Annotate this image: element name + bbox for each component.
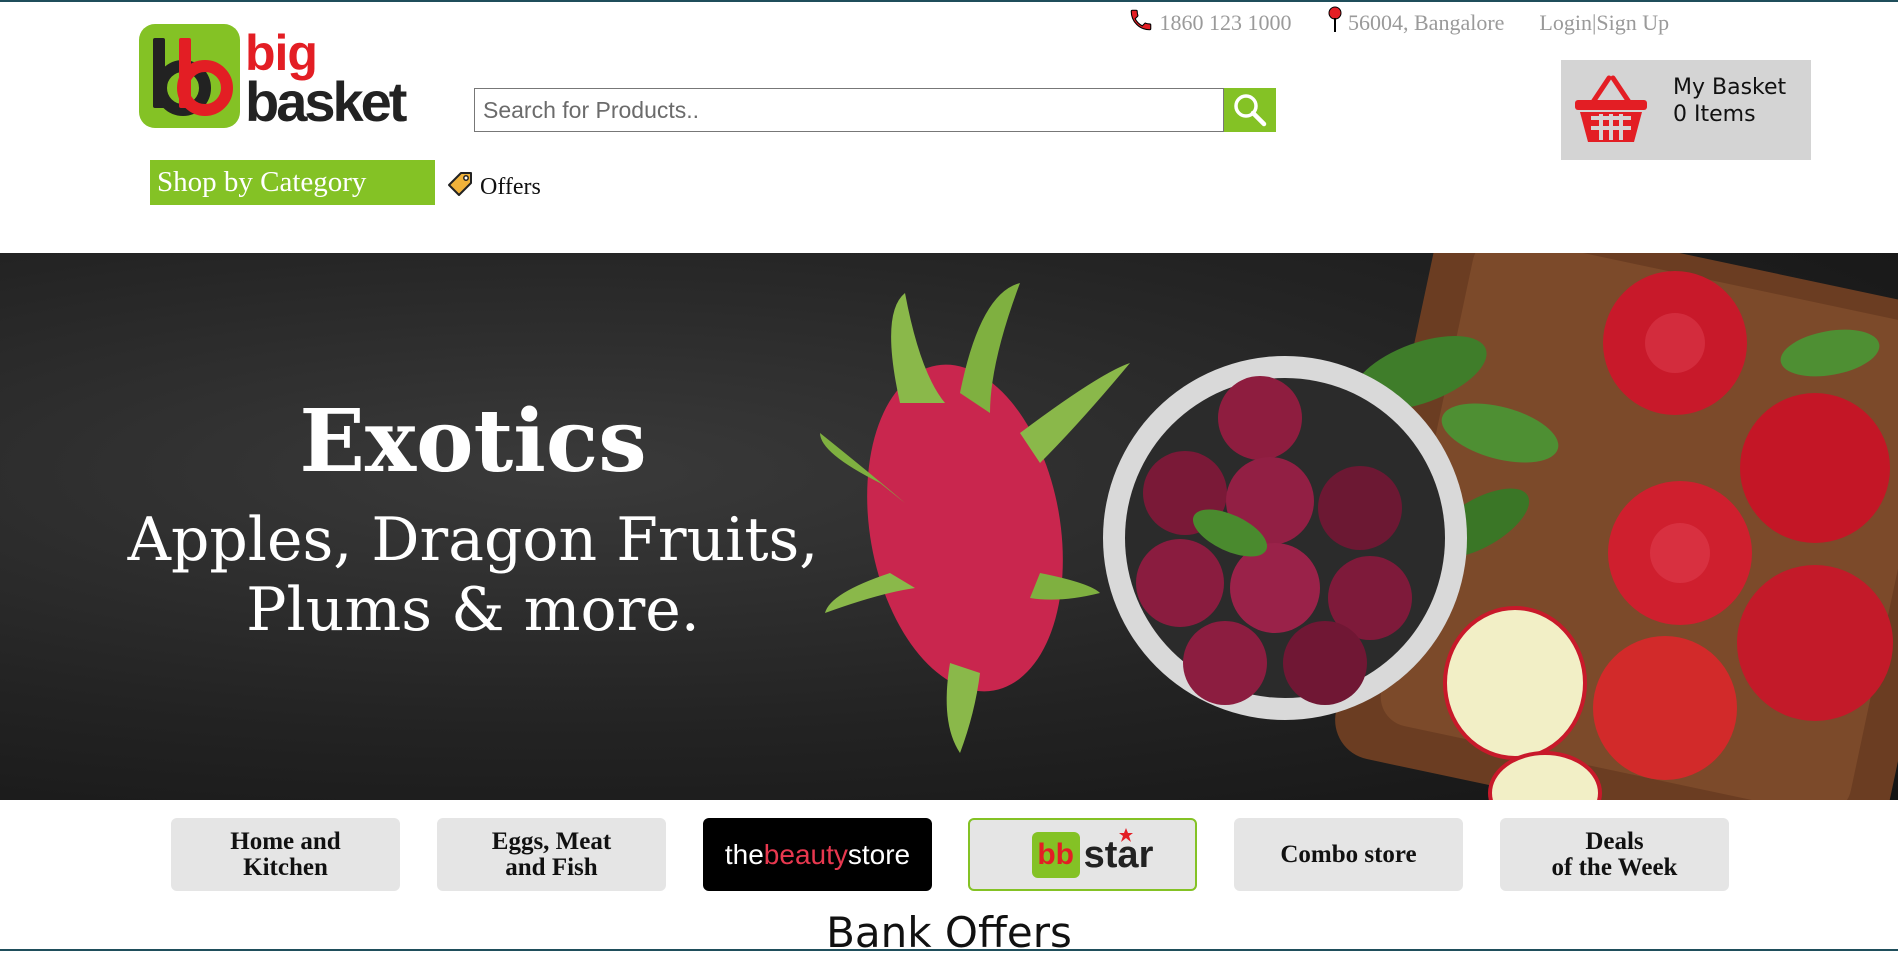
tile-bb-star[interactable]: bb star — [968, 818, 1197, 891]
search-icon — [1234, 94, 1267, 127]
offers-link[interactable]: Offers — [446, 170, 541, 205]
tile-the-beauty-store[interactable]: thebeautystore — [703, 818, 932, 891]
bb-logo-mark — [139, 24, 240, 128]
banner-subtitle-line-1: Apples, Dragon Fruits, — [127, 505, 819, 575]
my-basket-button[interactable]: My Basket 0 Items — [1561, 60, 1811, 160]
logo-wordmark: big basket — [245, 28, 407, 133]
basket-icon — [1571, 72, 1651, 153]
basket-title: My Basket — [1673, 75, 1787, 100]
top-links: 1860 123 1000 56004, Bangalore Login|Sig… — [1128, 6, 1669, 40]
bigbasket-logo[interactable]: big basket — [139, 24, 407, 132]
star-icon — [1119, 827, 1134, 842]
phone-icon — [1128, 7, 1154, 39]
beauty-accent: beauty — [763, 838, 848, 870]
location-pin-icon — [1327, 6, 1343, 40]
tile-deals-of-the-week[interactable]: Deals of the Week — [1500, 818, 1729, 891]
offers-label: Offers — [480, 174, 541, 200]
logo-word-basket: basket — [245, 70, 407, 133]
tag-icon — [446, 170, 474, 205]
location-text[interactable]: 56004, Bangalore — [1348, 10, 1504, 35]
tile-label-line-2: and Fish — [505, 853, 598, 881]
tile-label: Combo store — [1280, 840, 1417, 868]
shop-by-category-button[interactable]: Shop by Category — [150, 160, 435, 205]
tile-label: Deals of the Week — [1551, 827, 1678, 881]
search-button[interactable] — [1224, 88, 1276, 132]
banner-subtitle-line-2: Plums & more. — [246, 575, 700, 645]
tile-label-line-2: of the Week — [1551, 853, 1678, 881]
banner-title: Exotics — [299, 391, 647, 492]
bb-star-label: star — [1083, 833, 1154, 876]
tile-home-and-kitchen[interactable]: Home and Kitchen — [171, 818, 400, 891]
tile-label-line-1: Deals — [1585, 827, 1644, 855]
search-input[interactable] — [474, 88, 1224, 132]
bank-offers-heading: Bank Offers — [826, 908, 1072, 957]
tile-label-line-2: Kitchen — [243, 853, 328, 881]
tile-label-line-1: Home and — [230, 827, 341, 855]
bb-star-mark: bb — [1031, 831, 1080, 878]
beauty-prefix: the — [724, 838, 764, 870]
login-link[interactable]: Login — [1539, 10, 1592, 35]
banner-subtitle: Apples, Dragon Fruits, Plums & more. — [0, 505, 946, 645]
hero-banner[interactable]: Exotics Apples, Dragon Fruits, Plums & m… — [0, 253, 1898, 800]
beauty-suffix: store — [847, 838, 911, 870]
tile-eggs-meat-and-fish[interactable]: Eggs, Meat and Fish — [437, 818, 666, 891]
bb-star-logo: bb star — [1031, 827, 1153, 878]
tile-combo-store[interactable]: Combo store — [1234, 818, 1463, 891]
basket-summary: My Basket 0 Items — [1673, 74, 1786, 128]
signup-link[interactable]: Sign Up — [1596, 10, 1669, 35]
tile-label: Home and Kitchen — [230, 827, 341, 881]
phone-number[interactable]: 1860 123 1000 — [1160, 10, 1292, 35]
basket-count: 0 Items — [1673, 102, 1756, 127]
tile-label: Eggs, Meat and Fish — [491, 827, 612, 881]
beauty-store-logo: thebeautystore — [724, 838, 911, 870]
tile-label-line-1: Eggs, Meat — [491, 827, 612, 855]
